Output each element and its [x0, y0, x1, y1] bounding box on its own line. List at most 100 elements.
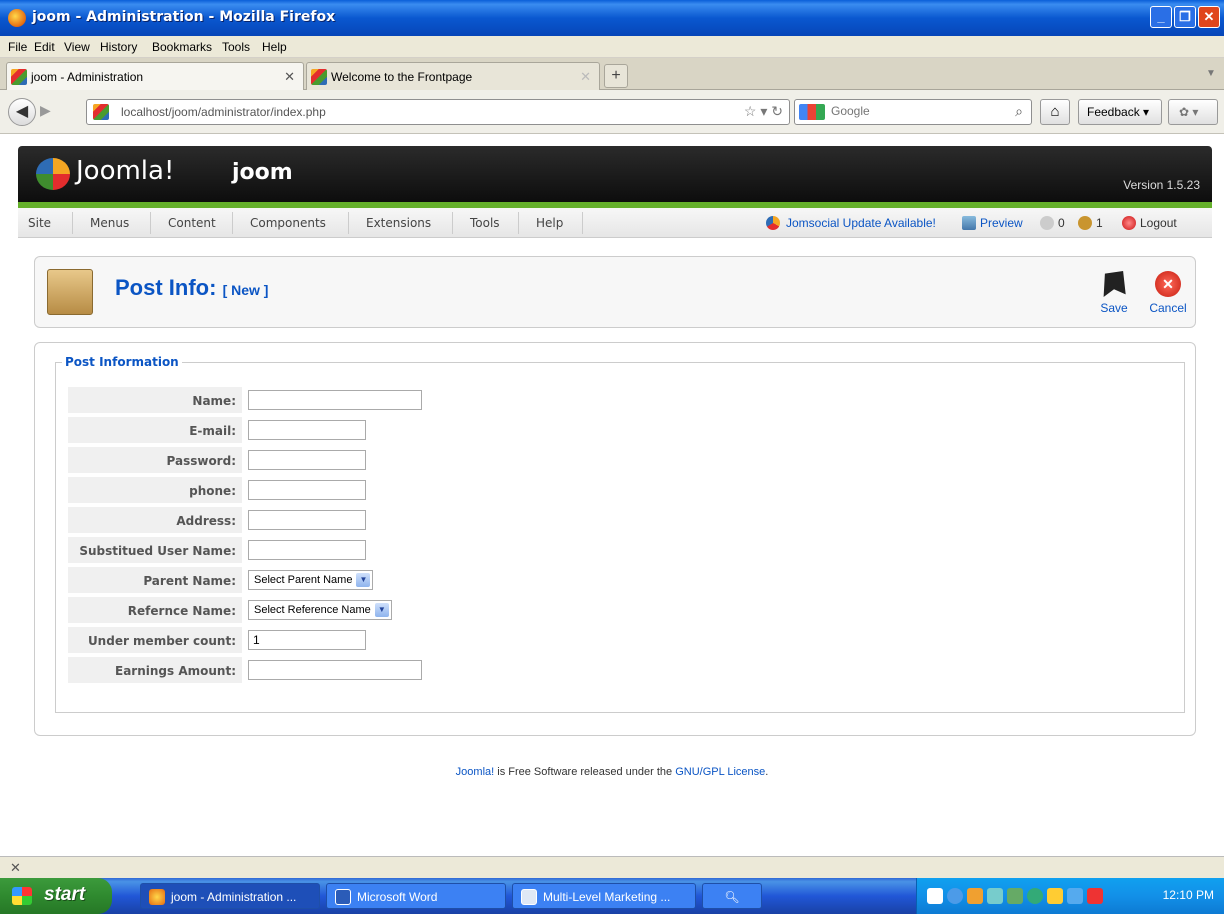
close-window-button[interactable]: ✕ — [1198, 6, 1220, 28]
close-tab-icon[interactable]: ✕ — [284, 69, 295, 85]
task-microsoft-word[interactable]: Microsoft Word — [326, 883, 506, 909]
start-button[interactable]: start — [0, 878, 112, 914]
parent-name-selected: Select Parent Name — [254, 574, 353, 586]
tray-app-icon[interactable] — [1087, 888, 1103, 904]
joomla-link[interactable]: Joomla! — [456, 766, 495, 778]
menu-tools[interactable]: Tools — [222, 40, 250, 54]
admin-menu-content[interactable]: Content — [168, 216, 216, 230]
form-row-address: Address: — [68, 507, 1176, 535]
home-button[interactable]: ⌂ — [1040, 99, 1070, 125]
tray-app-icon[interactable] — [1027, 888, 1043, 904]
form-row-substitued-user-name: Substitued User Name: — [68, 537, 1176, 565]
menu-file[interactable]: File — [8, 40, 27, 54]
tab-label: joom - Administration — [31, 70, 144, 84]
joomla-favicon-icon — [93, 104, 109, 120]
maximize-button[interactable]: ❐ — [1174, 6, 1196, 28]
parent-name-select[interactable]: Select Parent Name ▼ — [248, 570, 374, 590]
footer-text: is Free Software released under the — [494, 766, 676, 778]
minimize-button[interactable]: _ — [1150, 6, 1172, 28]
chevron-down-icon[interactable]: ▼ — [374, 603, 389, 617]
window-title: joom - Administration - Mozilla Firefox — [32, 9, 336, 25]
chevron-down-icon[interactable]: ▼ — [356, 573, 371, 587]
tab-bar: joom - Administration ✕ Welcome to the F… — [0, 58, 1224, 90]
tray-app-icon[interactable] — [1007, 888, 1023, 904]
admin-menu-extensions[interactable]: Extensions — [366, 216, 431, 230]
navigation-toolbar: ◀ ▶ localhost/joom/administrator/index.p… — [0, 90, 1224, 134]
task-joom-administration[interactable]: joom - Administration ... — [140, 883, 320, 909]
earnings-amount-field[interactable] — [248, 660, 422, 680]
help-icon[interactable] — [927, 888, 943, 904]
form-row-refernce-name: Refernce Name: Select Reference Name ▼ — [68, 597, 1176, 625]
tab-joom-administration[interactable]: joom - Administration ✕ — [6, 62, 304, 90]
version-label: Version 1.5.23 — [1123, 178, 1200, 192]
close-tab-icon[interactable]: ✕ — [580, 69, 591, 85]
under-member-count-field[interactable] — [248, 630, 366, 650]
admin-menu-components[interactable]: Components — [250, 216, 326, 230]
menu-help[interactable]: Help — [262, 40, 287, 54]
task-label: Microsoft Word — [357, 890, 438, 904]
search-bar[interactable]: ⌕ — [794, 99, 1032, 125]
admin-menu-menus[interactable]: Menus — [90, 216, 129, 230]
email-field[interactable] — [248, 420, 366, 440]
tab-list-chevron-icon[interactable]: ▼ — [1206, 68, 1216, 79]
firefox-icon — [149, 889, 165, 905]
menu-separator — [452, 212, 453, 234]
post-information-fieldset: Post Information Name: E-mail: Password:… — [55, 355, 1185, 713]
admin-menu-bar: Site Menus Content Components Extensions… — [18, 208, 1212, 238]
users-online-count[interactable]: 1 — [1096, 216, 1103, 230]
jomsocial-update-link[interactable]: Jomsocial Update Available! — [786, 216, 936, 230]
close-addon-bar-icon[interactable]: ✕ — [10, 860, 21, 876]
form-row-password: Password: — [68, 447, 1176, 475]
substitued-user-name-field[interactable] — [248, 540, 366, 560]
tray-app-icon[interactable] — [1067, 888, 1083, 904]
task-search[interactable]: 🔍︎ — [702, 883, 762, 909]
preview-icon — [962, 216, 976, 230]
tray-app-icon[interactable] — [1047, 888, 1063, 904]
url-bar[interactable]: localhost/joom/administrator/index.php ☆… — [86, 99, 790, 125]
addon-button[interactable]: ✿ ▾ — [1168, 99, 1218, 125]
menu-history[interactable]: History — [100, 40, 137, 54]
bookmark-star-icon[interactable]: ☆ ▾ ↻ — [744, 103, 783, 120]
page-footer: Joomla! is Free Software released under … — [0, 766, 1224, 778]
admin-menu-help[interactable]: Help — [536, 216, 563, 230]
cancel-button[interactable]: ✕ Cancel — [1145, 271, 1191, 321]
form-row-parent-name: Parent Name: Select Parent Name ▼ — [68, 567, 1176, 595]
messages-count[interactable]: 0 — [1058, 216, 1065, 230]
menu-view[interactable]: View — [64, 40, 90, 54]
task-multi-level-marketing[interactable]: Multi-Level Marketing ... — [512, 883, 696, 909]
jomsocial-update-icon — [766, 216, 780, 230]
browser-status-bar: ✕ — [0, 856, 1224, 878]
page-title-text: Post Info: — [115, 275, 217, 300]
menu-edit[interactable]: Edit — [34, 40, 55, 54]
new-tab-button[interactable]: + — [604, 64, 628, 88]
search-input[interactable] — [831, 104, 991, 118]
arrow-icon[interactable] — [947, 888, 963, 904]
feedback-button[interactable]: Feedback ▾ — [1078, 99, 1162, 125]
google-search-engine-icon[interactable] — [799, 104, 825, 120]
document-icon — [521, 889, 537, 905]
logout-link[interactable]: Logout — [1140, 216, 1177, 230]
tray-app-icon[interactable] — [967, 888, 983, 904]
back-button[interactable]: ◀ — [8, 98, 36, 126]
joomla-favicon-icon — [11, 69, 27, 85]
password-label: Password: — [68, 447, 242, 473]
admin-menu-site[interactable]: Site — [28, 216, 51, 230]
url-text[interactable]: localhost/joom/administrator/index.php — [121, 105, 326, 119]
preview-link[interactable]: Preview — [980, 216, 1023, 230]
save-button[interactable]: Save — [1091, 271, 1137, 321]
reference-name-select[interactable]: Select Reference Name ▼ — [248, 600, 392, 620]
menu-separator — [72, 212, 73, 234]
search-icon[interactable]: ⌕ — [1015, 103, 1023, 120]
tab-label: Welcome to the Frontpage — [331, 70, 473, 84]
menu-bookmarks[interactable]: Bookmarks — [152, 40, 212, 54]
admin-menu-tools[interactable]: Tools — [470, 216, 500, 230]
password-field[interactable] — [248, 450, 366, 470]
messages-icon — [1040, 216, 1054, 230]
name-field[interactable] — [248, 390, 422, 410]
address-field[interactable] — [248, 510, 366, 530]
phone-field[interactable] — [248, 480, 366, 500]
tab-welcome-frontpage[interactable]: Welcome to the Frontpage ✕ — [306, 62, 600, 90]
gpl-license-link[interactable]: GNU/GPL License — [675, 766, 765, 778]
network-icon[interactable] — [987, 888, 1003, 904]
forward-button[interactable]: ▶ — [40, 102, 51, 119]
